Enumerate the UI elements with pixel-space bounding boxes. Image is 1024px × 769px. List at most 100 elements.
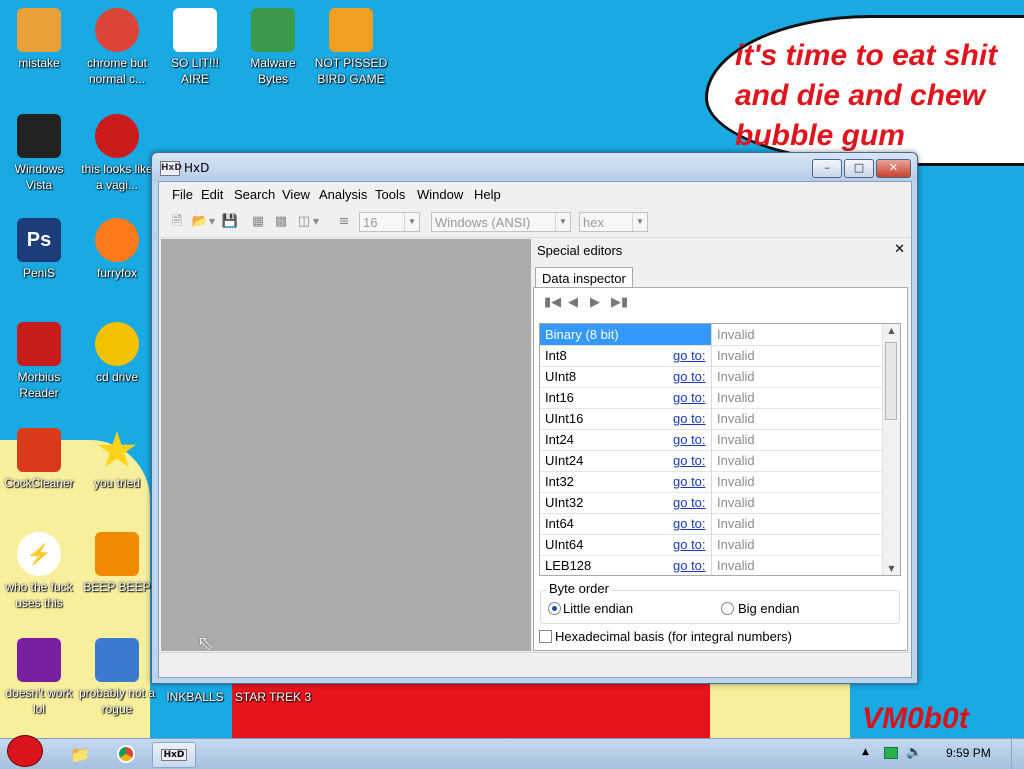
table-row[interactable]: UInt8 go to: Invalid: [540, 366, 883, 388]
menu-file[interactable]: File: [172, 187, 193, 202]
data-value[interactable]: Invalid: [717, 348, 755, 363]
offset-base-combo[interactable]: hex ▼: [579, 212, 648, 232]
save-icon[interactable]: 💾: [221, 213, 239, 231]
taskbar-chrome[interactable]: [106, 742, 146, 766]
table-row[interactable]: Binary (8 bit) Invalid: [540, 324, 883, 346]
menu-analysis[interactable]: Analysis: [319, 187, 367, 202]
table-row[interactable]: Int24 go to: Invalid: [540, 429, 883, 451]
maximize-button[interactable]: □: [844, 159, 874, 178]
menu-tools[interactable]: Tools: [375, 187, 405, 202]
close-button[interactable]: ✕: [876, 159, 911, 178]
desktop-icon[interactable]: this looks like a vagi...: [78, 114, 156, 193]
table-row[interactable]: UInt16 go to: Invalid: [540, 408, 883, 430]
scroll-up-icon[interactable]: ▲: [883, 326, 900, 335]
table-row[interactable]: UInt64 go to: Invalid: [540, 534, 883, 556]
table-row[interactable]: LEB128 go to: Invalid: [540, 555, 883, 575]
table-row[interactable]: UInt24 go to: Invalid: [540, 450, 883, 472]
desktop-icon[interactable]: probably not a rogue: [78, 638, 156, 717]
previous-icon[interactable]: ◀: [568, 295, 578, 310]
charset-combo[interactable]: Windows (ANSI) ▼: [431, 212, 571, 232]
bytes-per-row-combo[interactable]: 16 ▼: [359, 212, 420, 232]
taskbar-explorer[interactable]: 📁: [60, 742, 100, 766]
show-desktop-button[interactable]: [1011, 739, 1024, 769]
goto-link[interactable]: go to:: [673, 453, 706, 468]
disk-icon[interactable]: ▩: [272, 213, 290, 231]
goto-link[interactable]: go to:: [673, 348, 706, 363]
open-dropdown-icon[interactable]: ▼: [207, 213, 217, 231]
taskbar-clock[interactable]: 9:59 PM: [946, 746, 991, 760]
table-row[interactable]: Int16 go to: Invalid: [540, 387, 883, 409]
tab-data-inspector[interactable]: Data inspector: [535, 267, 633, 287]
menu-search[interactable]: Search: [234, 187, 275, 202]
new-file-icon[interactable]: 🗎: [168, 213, 186, 231]
scroll-down-icon[interactable]: ▼: [883, 564, 900, 573]
data-value[interactable]: Invalid: [717, 516, 755, 531]
desktop-icon[interactable]: BEEP BEEP: [78, 532, 156, 595]
menu-help[interactable]: Help: [474, 187, 501, 202]
big-endian-label[interactable]: Big endian: [738, 601, 799, 616]
desktop-icon[interactable]: mistake: [0, 8, 78, 71]
start-button[interactable]: [2, 733, 48, 769]
data-value[interactable]: Invalid: [717, 369, 755, 384]
ram-icon[interactable]: ▦: [249, 213, 267, 231]
desktop-icon[interactable]: doesn't work lol: [0, 638, 78, 717]
hex-basis-checkbox[interactable]: [539, 630, 552, 643]
show-hidden-icons-icon[interactable]: ▲: [862, 747, 869, 757]
data-value[interactable]: Invalid: [717, 453, 755, 468]
title-bar[interactable]: HxD HxD – □ ✕: [152, 153, 917, 181]
desktop-icon[interactable]: Ps PeniS: [0, 218, 78, 281]
desktop-icon[interactable]: cd drive: [78, 322, 156, 385]
goto-link[interactable]: go to:: [673, 411, 706, 426]
table-row[interactable]: UInt32 go to: Invalid: [540, 492, 883, 514]
desktop-icon[interactable]: Windows Vista: [0, 114, 78, 193]
goto-link[interactable]: go to:: [673, 537, 706, 552]
volume-icon[interactable]: 🔈: [906, 745, 922, 760]
menu-edit[interactable]: Edit: [201, 187, 223, 202]
editor-area[interactable]: ⬁: [161, 239, 531, 655]
goto-link[interactable]: go to:: [673, 516, 706, 531]
menu-view[interactable]: View: [282, 187, 310, 202]
desktop-icon[interactable]: CockCleaner: [0, 428, 78, 491]
first-icon[interactable]: ▮◀: [544, 295, 561, 310]
last-icon[interactable]: ▶▮: [611, 295, 628, 310]
goto-link[interactable]: go to:: [673, 432, 706, 447]
goto-link[interactable]: go to:: [673, 558, 706, 573]
little-endian-radio[interactable]: [548, 602, 561, 615]
desktop-icon-label[interactable]: INKBALLS: [156, 689, 234, 705]
goto-link[interactable]: go to:: [673, 369, 706, 384]
table-row[interactable]: Int64 go to: Invalid: [540, 513, 883, 535]
data-value[interactable]: Invalid: [717, 432, 755, 447]
big-endian-radio[interactable]: [721, 602, 734, 615]
table-row[interactable]: Int32 go to: Invalid: [540, 471, 883, 493]
data-value[interactable]: Invalid: [717, 327, 755, 342]
scroll-thumb[interactable]: [885, 342, 897, 420]
taskbar-hxd[interactable]: HxD: [152, 742, 196, 768]
menu-window[interactable]: Window: [417, 187, 463, 202]
desktop-icon[interactable]: ★ you tried: [78, 426, 156, 491]
vertical-scrollbar[interactable]: ▲ ▼: [882, 324, 900, 575]
close-icon[interactable]: ✕: [894, 242, 905, 257]
table-row[interactable]: Int8 go to: Invalid: [540, 345, 883, 367]
data-value[interactable]: Invalid: [717, 537, 755, 552]
data-value[interactable]: Invalid: [717, 411, 755, 426]
data-value[interactable]: Invalid: [717, 495, 755, 510]
desktop-icon[interactable]: furryfox: [78, 218, 156, 281]
desktop-icon[interactable]: chrome but normal c...: [78, 8, 156, 87]
desktop-icon[interactable]: ⚡ who the fuck uses this: [0, 532, 78, 611]
desktop-icon[interactable]: Malware Bytes: [234, 8, 312, 87]
next-icon[interactable]: ▶: [590, 295, 600, 310]
desktop-icon-label[interactable]: STAR TREK 3: [234, 689, 312, 705]
goto-link[interactable]: go to:: [673, 495, 706, 510]
desktop-icon[interactable]: NOT PISSED BIRD GAME: [312, 8, 390, 87]
desktop-icon[interactable]: SO LIT!!! AIRE: [156, 8, 234, 87]
network-icon[interactable]: [884, 747, 898, 759]
minimize-button[interactable]: –: [812, 159, 842, 178]
desktop-icon[interactable]: Morbius Reader: [0, 322, 78, 401]
data-value[interactable]: Invalid: [717, 558, 755, 573]
goto-link[interactable]: go to:: [673, 474, 706, 489]
hex-basis-label[interactable]: Hexadecimal basis (for integral numbers): [555, 629, 792, 644]
little-endian-label[interactable]: Little endian: [563, 601, 633, 616]
export-dropdown-icon[interactable]: ▼: [311, 213, 321, 231]
data-value[interactable]: Invalid: [717, 474, 755, 489]
goto-link[interactable]: go to:: [673, 390, 706, 405]
